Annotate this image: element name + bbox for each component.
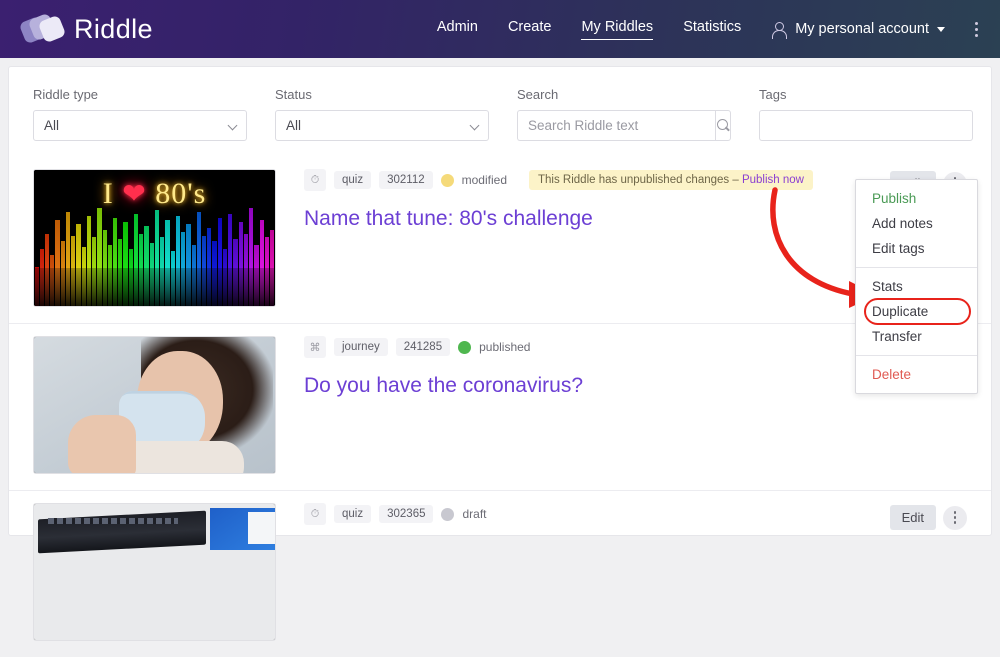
account-menu[interactable]: My personal account xyxy=(771,21,945,39)
riddle-list: I ❤ 80's ⏱ quiz 302112 modified This Rid… xyxy=(9,157,991,657)
row-overflow-menu-icon[interactable] xyxy=(943,505,967,530)
riddle-id-chip: 302365 xyxy=(379,505,434,523)
status-dot xyxy=(440,173,454,187)
riddle-type-chip: journey xyxy=(334,338,388,356)
search-button[interactable] xyxy=(715,110,731,141)
riddle-type-chip: quiz xyxy=(334,505,372,523)
quiz-clock-icon: ⏱ xyxy=(304,169,326,191)
account-label: My personal account xyxy=(795,21,929,37)
header-overflow-menu-icon[interactable] xyxy=(975,21,978,37)
tags-label: Tags xyxy=(759,87,787,102)
brand-name: Riddle xyxy=(74,13,153,44)
publish-now-link[interactable]: Publish now xyxy=(742,174,804,186)
status-label: published xyxy=(479,340,531,354)
menu-item-publish[interactable]: Publish xyxy=(856,186,977,211)
search-icon xyxy=(716,119,730,132)
riddle-type-select[interactable]: All xyxy=(33,110,247,141)
riddle-type-value: All xyxy=(44,118,60,133)
status-label: modified xyxy=(461,173,507,187)
riddle-thumbnail[interactable]: I ❤ 80's xyxy=(33,169,276,307)
nav-item-statistics[interactable]: Statistics xyxy=(683,19,741,39)
riddle-meta: ⏱ quiz 302365 draft xyxy=(304,503,967,525)
riddle-stacked-cards-logo xyxy=(18,12,68,46)
banner-text: This Riddle has unpublished changes – xyxy=(538,174,742,186)
brand-logo[interactable]: Riddle xyxy=(18,12,153,46)
riddle-thumbnail[interactable] xyxy=(33,503,276,641)
neon-80s-equalizer-image: I ❤ 80's xyxy=(34,170,275,306)
nav-item-my-riddles[interactable]: My Riddles xyxy=(581,19,653,40)
search-label: Search xyxy=(517,87,559,102)
nav-item-admin[interactable]: Admin xyxy=(437,19,478,39)
menu-item-delete[interactable]: Delete xyxy=(856,362,977,387)
menu-item-edit-tags[interactable]: Edit tags xyxy=(856,236,977,261)
table-row: I ❤ 80's ⏱ quiz 302112 modified This Rid… xyxy=(9,157,991,323)
main-nav: Admin Create My Riddles Statistics My pe… xyxy=(437,19,978,40)
tags-input[interactable] xyxy=(759,110,973,141)
status-label: Status xyxy=(275,87,312,102)
edit-button[interactable]: Edit xyxy=(889,505,936,530)
menu-divider xyxy=(856,267,977,268)
chevron-down-icon xyxy=(937,26,945,32)
laptop-on-desk-image xyxy=(34,504,275,640)
riddle-thumbnail[interactable] xyxy=(33,336,276,474)
filter-tags: Tags xyxy=(759,87,973,141)
chevron-down-icon xyxy=(469,120,480,131)
filter-status: Status All xyxy=(275,87,489,141)
riddle-type-label: Riddle type xyxy=(33,87,99,102)
chevron-down-icon xyxy=(227,120,238,131)
status-select[interactable]: All xyxy=(275,110,489,141)
status-dot xyxy=(441,507,455,521)
row-context-menu: Publish Add notes Edit tags Stats Duplic… xyxy=(855,179,978,394)
nav-item-create[interactable]: Create xyxy=(508,19,552,39)
riddle-type-chip: quiz xyxy=(334,171,372,189)
menu-item-stats[interactable]: Stats xyxy=(856,274,977,299)
menu-divider xyxy=(856,355,977,356)
filter-search: Search xyxy=(517,87,731,141)
row-actions: Edit xyxy=(889,505,967,530)
table-row: ⏱ quiz 302365 draft Edit xyxy=(9,490,991,657)
table-row: ⌘ journey 241285 published Do you have t… xyxy=(9,323,991,490)
riddle-id-chip: 302112 xyxy=(379,171,433,189)
unpublished-changes-banner: This Riddle has unpublished changes – Pu… xyxy=(529,170,813,190)
woman-wearing-face-mask-image xyxy=(34,337,275,473)
status-label: draft xyxy=(462,507,487,521)
status-value: All xyxy=(286,118,302,133)
top-navigation-bar: Riddle Admin Create My Riddles Statistic… xyxy=(0,0,1000,58)
riddles-page-card: Riddle type All Status All Search T xyxy=(8,66,992,641)
filter-riddle-type: Riddle type All xyxy=(33,87,247,141)
status-dot xyxy=(458,340,472,354)
menu-item-add-notes[interactable]: Add notes xyxy=(856,211,977,236)
journey-icon: ⌘ xyxy=(304,336,326,358)
quiz-clock-icon: ⏱ xyxy=(304,503,326,525)
search-input[interactable] xyxy=(517,110,715,141)
riddle-id-chip: 241285 xyxy=(395,338,451,356)
person-icon xyxy=(771,21,788,39)
filter-bar: Riddle type All Status All Search T xyxy=(9,67,991,141)
menu-item-transfer[interactable]: Transfer xyxy=(856,324,977,349)
menu-item-duplicate[interactable]: Duplicate xyxy=(856,298,977,325)
